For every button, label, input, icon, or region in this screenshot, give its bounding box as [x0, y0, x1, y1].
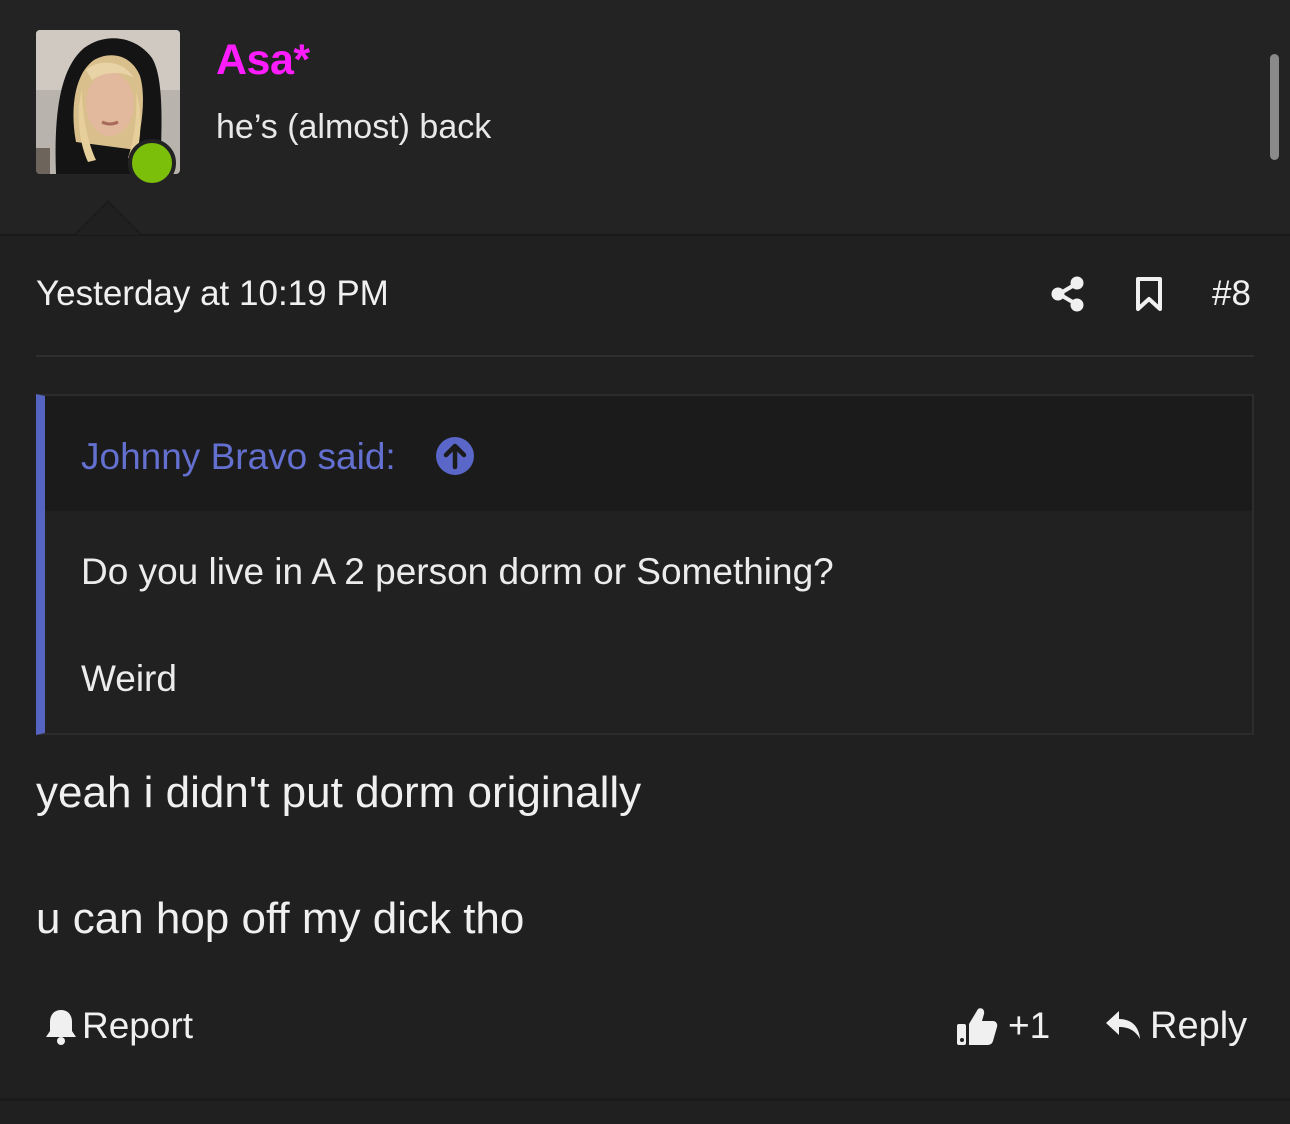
post-body-line: u can hop off my dick tho [36, 894, 525, 943]
quote-author[interactable]: Johnny Bravo said: [81, 436, 396, 478]
scrollbar[interactable] [1270, 54, 1279, 160]
reply-arrow-icon [1106, 1011, 1140, 1039]
quote-header: Johnny Bravo said: [45, 396, 1252, 511]
user-header: Asa* he’s (almost) back [0, 0, 1290, 236]
post-timestamp[interactable]: Yesterday at 10:19 PM [36, 274, 389, 314]
reply-label: Reply [1150, 1004, 1248, 1047]
user-title: he’s (almost) back [216, 108, 492, 146]
header-pointer-inner [76, 203, 140, 235]
online-status-dot [128, 139, 176, 187]
report-label: Report [82, 1005, 194, 1046]
like-count: +1 [1008, 1005, 1051, 1046]
quote-block: Johnny Bravo said: Do you live in A 2 pe… [36, 394, 1254, 735]
thumbs-up-icon [957, 1008, 998, 1045]
divider [36, 355, 1254, 357]
quote-text-line: Do you live in A 2 person dorm or Someth… [81, 551, 834, 592]
like-button[interactable]: +1 [956, 1004, 1050, 1048]
quote-text-line: Weird [81, 658, 177, 699]
username[interactable]: Asa* [216, 36, 310, 85]
report-button[interactable]: Report [44, 1004, 193, 1048]
post-number[interactable]: #8 [1212, 274, 1251, 314]
bookmark-icon[interactable] [1134, 276, 1164, 312]
bell-icon [46, 1010, 76, 1045]
post-body-line: yeah i didn't put dorm originally [36, 768, 642, 817]
reply-button[interactable]: Reply [1104, 1004, 1247, 1048]
post-separator [0, 1098, 1290, 1101]
arrow-up-circle-icon[interactable] [436, 437, 474, 475]
share-icon[interactable] [1050, 276, 1086, 312]
